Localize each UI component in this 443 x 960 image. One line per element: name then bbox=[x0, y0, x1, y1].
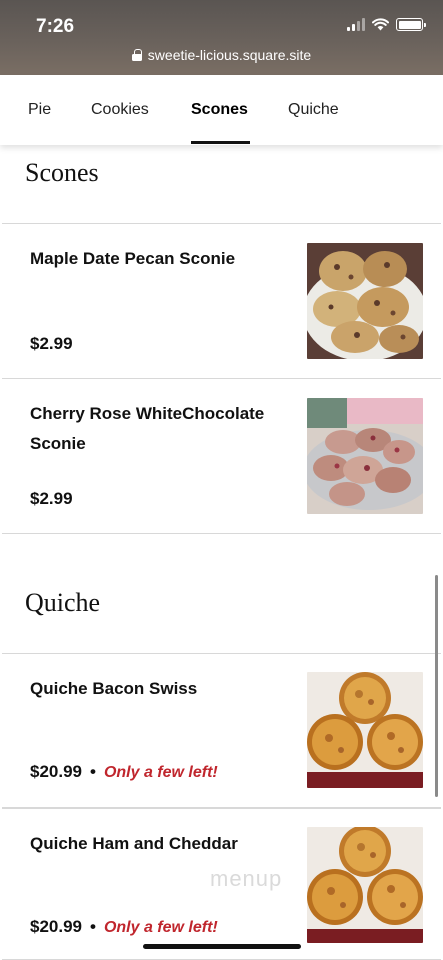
address-bar[interactable]: sweetie-licious.square.site bbox=[0, 47, 443, 63]
status-icons bbox=[347, 18, 426, 31]
separator-dot: • bbox=[90, 917, 96, 936]
item-price: $2.99 bbox=[30, 334, 73, 353]
wifi-icon bbox=[372, 18, 389, 31]
tab-pie[interactable]: Pie bbox=[28, 101, 51, 119]
url-text: sweetie-licious.square.site bbox=[147, 47, 312, 63]
scrollbar[interactable] bbox=[435, 575, 438, 797]
lock-icon bbox=[131, 49, 142, 61]
item-price: $20.99 bbox=[30, 762, 82, 781]
battery-icon bbox=[396, 18, 426, 31]
item-price: $20.99 bbox=[30, 917, 82, 936]
quiche-photo-icon bbox=[307, 827, 423, 943]
item-name: Quiche Bacon Swiss bbox=[30, 679, 198, 698]
category-tabs: Pie Cookies Scones Quiche bbox=[0, 75, 443, 145]
item-name: Maple Date Pecan Sconie bbox=[30, 249, 236, 268]
tab-quiche[interactable]: Quiche bbox=[288, 101, 339, 119]
low-stock-note: Only a few left! bbox=[103, 764, 218, 781]
menu-item-card[interactable]: Cherry Rose WhiteChocolate Sconie $2.99 bbox=[2, 378, 441, 534]
separator-dot: • bbox=[90, 762, 96, 781]
item-name: Cherry Rose WhiteChocolate Sconie bbox=[30, 404, 265, 453]
menu-item-card[interactable]: Maple Date Pecan Sconie $2.99 bbox=[2, 223, 441, 379]
cellular-signal-icon bbox=[347, 18, 365, 31]
item-price-row: $20.99 • Only a few left! bbox=[30, 762, 218, 782]
scones-photo-icon bbox=[307, 398, 423, 514]
browser-top-bar: 7:26 sweetie-licious.square.site bbox=[0, 0, 443, 75]
status-time: 7:26 bbox=[36, 16, 75, 37]
tab-cookies[interactable]: Cookies bbox=[91, 101, 149, 119]
low-stock-note: Only a few left! bbox=[103, 919, 218, 936]
home-indicator[interactable] bbox=[143, 944, 301, 949]
menu-item-card[interactable]: Quiche Bacon Swiss $20.99 • Only a few lef… bbox=[2, 653, 441, 808]
tab-scones[interactable]: Scones bbox=[191, 101, 248, 119]
section-title-scones: Scones bbox=[25, 158, 99, 187]
watermark: menup bbox=[210, 866, 283, 891]
item-price-row: $20.99 • Only a few left! bbox=[30, 917, 218, 937]
item-name: Quiche Ham and Cheddar bbox=[30, 834, 238, 853]
item-price: $2.99 bbox=[30, 489, 73, 508]
scones-photo-icon bbox=[307, 243, 423, 359]
quiche-photo-icon bbox=[307, 672, 423, 788]
section-title-quiche: Quiche bbox=[25, 588, 101, 617]
active-tab-underline bbox=[191, 141, 250, 144]
